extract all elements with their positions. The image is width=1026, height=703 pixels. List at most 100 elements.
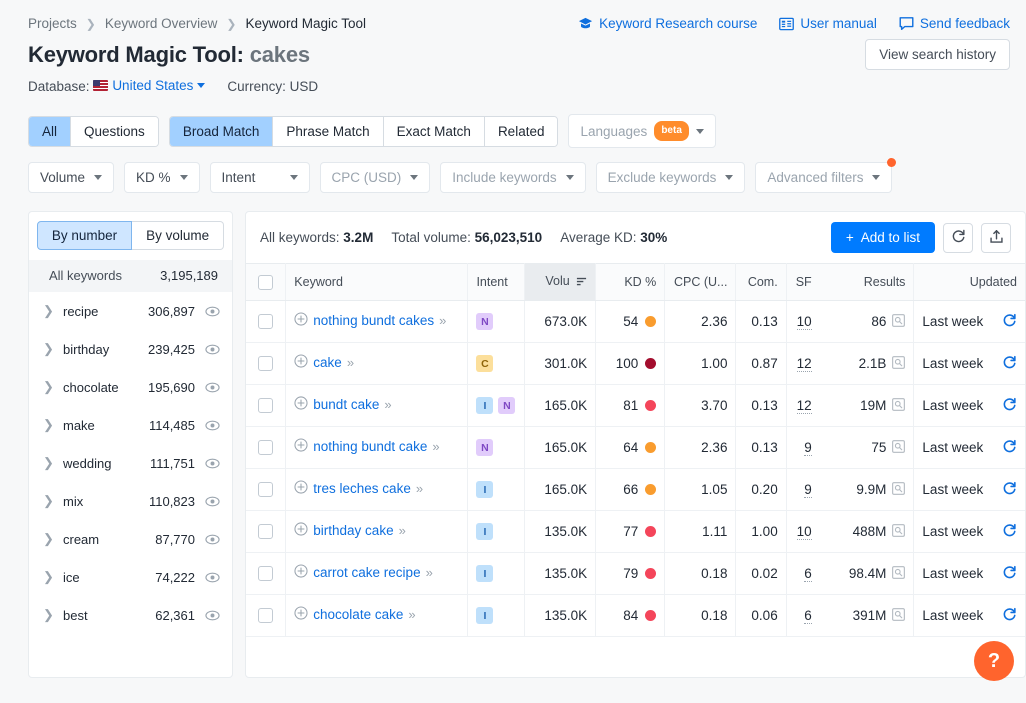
serp-preview-icon[interactable] bbox=[892, 440, 905, 456]
column-header-updated[interactable]: Updated bbox=[914, 264, 1025, 301]
breadcrumb-item-keyword-overview[interactable]: Keyword Overview bbox=[105, 16, 218, 31]
keyword-link[interactable]: cake bbox=[313, 355, 342, 370]
column-header-com[interactable]: Com. bbox=[736, 264, 786, 301]
view-search-history-button[interactable]: View search history bbox=[865, 39, 1010, 70]
column-header-intent[interactable]: Intent bbox=[468, 264, 525, 301]
keyword-link[interactable]: bundt cake bbox=[313, 397, 379, 412]
add-keyword-icon[interactable] bbox=[294, 522, 308, 541]
add-keyword-icon[interactable] bbox=[294, 438, 308, 457]
serp-preview-icon[interactable] bbox=[892, 482, 905, 498]
sidebar-item-cream[interactable]: ❯ cream 87,770 bbox=[29, 520, 232, 558]
table-row[interactable]: tres leches cake» I 165.0K 66 1.05 0.20 … bbox=[246, 469, 1025, 511]
update-refresh-icon[interactable] bbox=[1002, 313, 1017, 331]
sf-value[interactable]: 10 bbox=[797, 524, 812, 540]
sidebar-item-wedding[interactable]: ❯ wedding 111,751 bbox=[29, 444, 232, 482]
sf-value[interactable]: 6 bbox=[804, 608, 812, 624]
column-header-kd[interactable]: KD % bbox=[596, 264, 665, 301]
filter-advanced-filters[interactable]: Advanced filters bbox=[755, 162, 892, 193]
sf-value[interactable]: 10 bbox=[797, 314, 812, 330]
intent-badge-I[interactable]: I bbox=[476, 565, 493, 582]
intent-badge-I[interactable]: I bbox=[476, 523, 493, 540]
add-keyword-icon[interactable] bbox=[294, 480, 308, 499]
export-button[interactable] bbox=[981, 223, 1011, 253]
table-row[interactable]: nothing bundt cakes» N 673.0K 54 2.36 0.… bbox=[246, 301, 1025, 343]
breadcrumb-item-keyword-magic-tool[interactable]: Keyword Magic Tool bbox=[245, 16, 366, 31]
keyword-serp-chevrons-icon[interactable]: » bbox=[426, 565, 432, 580]
keyword-serp-chevrons-icon[interactable]: » bbox=[347, 355, 353, 370]
tab-broad-match[interactable]: Broad Match bbox=[170, 117, 274, 146]
add-keyword-icon[interactable] bbox=[294, 312, 308, 331]
update-refresh-icon[interactable] bbox=[1002, 355, 1017, 373]
table-row[interactable]: birthday cake» I 135.0K 77 1.11 1.00 10 … bbox=[246, 511, 1025, 553]
column-header-keyword[interactable]: Keyword bbox=[286, 264, 468, 301]
sidebar-item-all-keywords[interactable]: All keywords 3,195,189 bbox=[29, 260, 232, 292]
eye-icon[interactable] bbox=[205, 572, 220, 583]
sf-value[interactable]: 9 bbox=[804, 482, 812, 498]
intent-badge-N[interactable]: N bbox=[476, 313, 493, 330]
table-row[interactable]: cake» C 301.0K 100 1.00 0.87 12 2.1B Las… bbox=[246, 343, 1025, 385]
row-checkbox[interactable] bbox=[258, 440, 273, 455]
keyword-link[interactable]: chocolate cake bbox=[313, 607, 403, 622]
sf-value[interactable]: 9 bbox=[804, 440, 812, 456]
tab-phrase-match[interactable]: Phrase Match bbox=[273, 117, 383, 146]
table-row[interactable]: bundt cake» IN 165.0K 81 3.70 0.13 12 19… bbox=[246, 385, 1025, 427]
database-selector[interactable]: Database: United States bbox=[28, 78, 205, 94]
add-keyword-icon[interactable] bbox=[294, 396, 308, 415]
sidebar-item-recipe[interactable]: ❯ recipe 306,897 bbox=[29, 292, 232, 330]
filter-include-keywords[interactable]: Include keywords bbox=[440, 162, 585, 193]
sidebar-toggle-by-volume[interactable]: By volume bbox=[132, 221, 224, 250]
keyword-serp-chevrons-icon[interactable]: » bbox=[408, 607, 414, 622]
send-feedback-link[interactable]: Send feedback bbox=[899, 16, 1010, 31]
column-header-volume[interactable]: Volu bbox=[524, 264, 595, 301]
sidebar-item-chocolate[interactable]: ❯ chocolate 195,690 bbox=[29, 368, 232, 406]
eye-icon[interactable] bbox=[205, 344, 220, 355]
tab-all[interactable]: All bbox=[29, 117, 71, 146]
user-manual-link[interactable]: User manual bbox=[779, 16, 877, 31]
row-checkbox[interactable] bbox=[258, 398, 273, 413]
keyword-serp-chevrons-icon[interactable]: » bbox=[384, 397, 390, 412]
serp-preview-icon[interactable] bbox=[892, 314, 905, 330]
row-checkbox[interactable] bbox=[258, 356, 273, 371]
column-header-results[interactable]: Results bbox=[820, 264, 914, 301]
tab-questions[interactable]: Questions bbox=[71, 117, 158, 146]
intent-badge-N[interactable]: N bbox=[498, 397, 515, 414]
keyword-research-course-link[interactable]: Keyword Research course bbox=[578, 16, 757, 31]
update-refresh-icon[interactable] bbox=[1002, 607, 1017, 625]
eye-icon[interactable] bbox=[205, 496, 220, 507]
row-checkbox[interactable] bbox=[258, 482, 273, 497]
sf-value[interactable]: 12 bbox=[797, 398, 812, 414]
filter-kd[interactable]: KD % bbox=[124, 162, 200, 193]
eye-icon[interactable] bbox=[205, 382, 220, 393]
eye-icon[interactable] bbox=[205, 534, 220, 545]
keyword-link[interactable]: carrot cake recipe bbox=[313, 565, 420, 580]
add-keyword-icon[interactable] bbox=[294, 354, 308, 373]
table-row[interactable]: nothing bundt cake» N 165.0K 64 2.36 0.1… bbox=[246, 427, 1025, 469]
intent-badge-I[interactable]: I bbox=[476, 481, 493, 498]
filter-cpc[interactable]: CPC (USD) bbox=[320, 162, 431, 193]
keyword-serp-chevrons-icon[interactable]: » bbox=[432, 439, 438, 454]
serp-preview-icon[interactable] bbox=[892, 524, 905, 540]
sf-value[interactable]: 12 bbox=[797, 356, 812, 372]
intent-badge-N[interactable]: N bbox=[476, 439, 493, 456]
serp-preview-icon[interactable] bbox=[892, 566, 905, 582]
sidebar-item-make[interactable]: ❯ make 114,485 bbox=[29, 406, 232, 444]
keyword-link[interactable]: birthday cake bbox=[313, 523, 393, 538]
update-refresh-icon[interactable] bbox=[1002, 397, 1017, 415]
intent-badge-C[interactable]: C bbox=[476, 355, 493, 372]
sidebar-item-best[interactable]: ❯ best 62,361 bbox=[29, 596, 232, 634]
eye-icon[interactable] bbox=[205, 458, 220, 469]
help-button[interactable]: ? bbox=[974, 641, 1014, 681]
row-checkbox[interactable] bbox=[258, 314, 273, 329]
update-refresh-icon[interactable] bbox=[1002, 439, 1017, 457]
eye-icon[interactable] bbox=[205, 306, 220, 317]
tab-exact-match[interactable]: Exact Match bbox=[384, 117, 485, 146]
add-to-list-button[interactable]: + Add to list bbox=[831, 222, 935, 253]
eye-icon[interactable] bbox=[205, 420, 220, 431]
table-row[interactable]: carrot cake recipe» I 135.0K 79 0.18 0.0… bbox=[246, 553, 1025, 595]
sf-value[interactable]: 6 bbox=[804, 566, 812, 582]
eye-icon[interactable] bbox=[205, 610, 220, 621]
table-row[interactable]: chocolate cake» I 135.0K 84 0.18 0.06 6 … bbox=[246, 595, 1025, 637]
column-header-sf[interactable]: SF bbox=[786, 264, 820, 301]
breadcrumb-item-projects[interactable]: Projects bbox=[28, 16, 77, 31]
select-all-checkbox[interactable] bbox=[258, 275, 273, 290]
